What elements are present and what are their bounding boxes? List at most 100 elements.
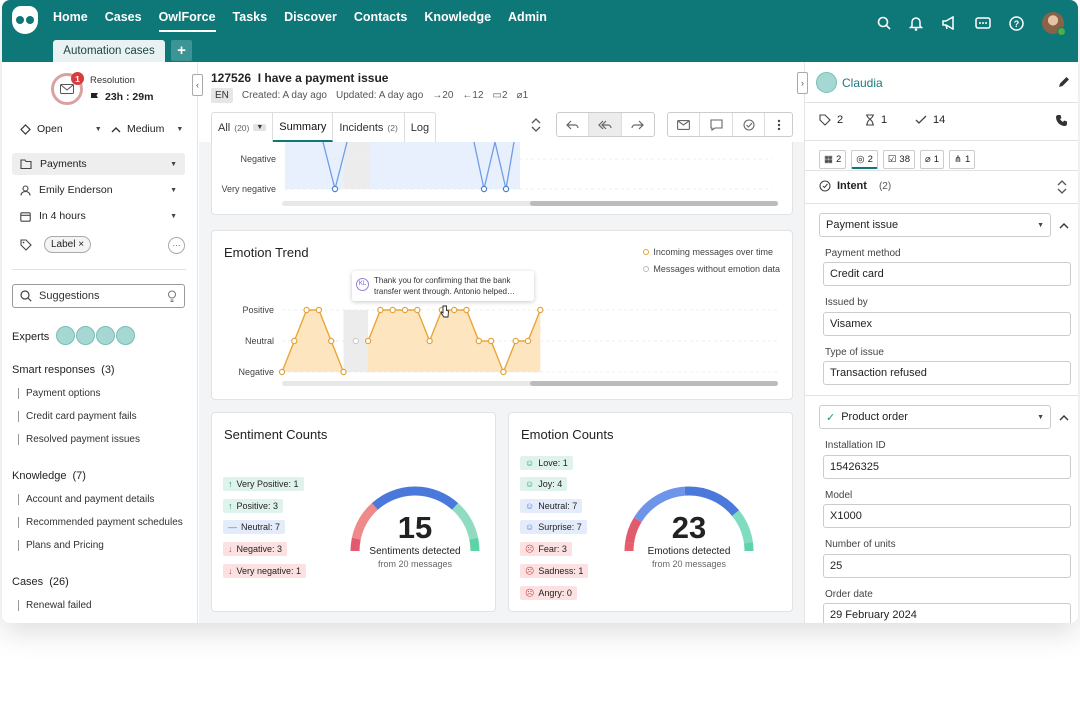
tab-intent[interactable]: ◎ 2 <box>851 150 878 169</box>
expert-avatar[interactable] <box>116 326 135 345</box>
list-item[interactable]: Resolved payment issues <box>18 434 140 445</box>
tab-overview[interactable]: ▦ 2 <box>819 150 847 169</box>
expand-collapse-icon[interactable] <box>1057 180 1067 194</box>
collapse-right-panel-button[interactable]: › <box>797 72 808 94</box>
priority-select[interactable]: Medium ▼ <box>111 123 183 135</box>
add-tab-button[interactable]: + <box>171 40 192 61</box>
product-order-dropdown[interactable]: ✓ Product order ▼ <box>819 405 1051 429</box>
nav-knowledge[interactable]: Knowledge <box>424 10 491 32</box>
remove-label-icon[interactable]: × <box>78 239 84 250</box>
emotion-point[interactable] <box>512 337 519 345</box>
comment-icon[interactable] <box>700 113 733 136</box>
forward-icon[interactable] <box>622 113 654 136</box>
emotion-point[interactable] <box>401 306 409 314</box>
list-item[interactable]: Recommended payment schedules <box>18 517 183 528</box>
chevron-up-icon[interactable] <box>1059 414 1069 421</box>
emotion-point[interactable] <box>389 306 396 314</box>
sentiment-point[interactable] <box>502 185 510 193</box>
emotion-point[interactable] <box>291 337 298 345</box>
emotion-point[interactable] <box>426 337 433 345</box>
phone-icon[interactable] <box>1056 114 1068 127</box>
emotion-point[interactable] <box>340 368 347 376</box>
reply-all-icon[interactable] <box>589 113 622 136</box>
sentiment-point[interactable] <box>331 185 339 193</box>
bell-icon[interactable] <box>909 16 923 31</box>
chevron-down-icon[interactable]: ▼ <box>253 124 267 131</box>
emotion-point[interactable] <box>475 337 482 345</box>
expert-avatar[interactable] <box>96 326 115 345</box>
payment-method-field[interactable]: Credit card <box>823 262 1071 286</box>
emotion-point[interactable] <box>303 306 310 314</box>
sentiment-point[interactable] <box>480 185 488 193</box>
nav-tasks[interactable]: Tasks <box>233 10 268 32</box>
installation-id-field[interactable]: 15426325 <box>823 455 1071 479</box>
list-item[interactable]: Account and payment details <box>18 494 154 505</box>
user-avatar[interactable] <box>1042 12 1066 36</box>
lightbulb-icon[interactable] <box>167 290 177 302</box>
emotion-point[interactable] <box>524 337 532 345</box>
knowledge-title[interactable]: Knowledge (7) <box>12 470 86 482</box>
model-field[interactable]: X1000 <box>823 504 1071 528</box>
order-date-field[interactable]: 29 February 2024 <box>823 603 1071 623</box>
chevron-up-icon[interactable] <box>1059 222 1069 229</box>
emotion-point[interactable] <box>377 306 384 314</box>
list-item[interactable]: Credit card payment fails <box>18 411 137 422</box>
nav-owlforce[interactable]: OwlForce <box>158 10 216 32</box>
tab-attachments[interactable]: ⌀ 1 <box>919 150 945 169</box>
resolve-icon[interactable] <box>733 113 766 136</box>
megaphone-icon[interactable] <box>941 16 957 30</box>
scrollbar[interactable] <box>282 381 778 386</box>
nav-home[interactable]: Home <box>53 10 88 32</box>
due-date-select[interactable]: In 4 hours ▼ <box>12 205 185 227</box>
list-item[interactable]: Renewal failed <box>18 600 92 611</box>
suggestions-search[interactable]: Suggestions <box>12 284 185 308</box>
issued-by-field[interactable]: Visamex <box>823 312 1071 336</box>
issue-type-field[interactable]: Transaction refused <box>823 361 1071 385</box>
contact-avatar[interactable] <box>816 72 837 93</box>
expert-avatar[interactable] <box>56 326 75 345</box>
expand-collapse-icon[interactable] <box>531 118 541 132</box>
more-vertical-icon[interactable] <box>765 113 792 136</box>
tab-hierarchy[interactable]: ⋔ 1 <box>949 150 976 169</box>
payment-issue-dropdown[interactable]: Payment issue ▼ <box>819 213 1051 237</box>
tab-all[interactable]: All (20) ▼ <box>212 113 274 142</box>
emotion-point[interactable] <box>450 306 458 314</box>
cases-title[interactable]: Cases (26) <box>12 576 69 588</box>
emotion-point[interactable] <box>500 368 507 376</box>
chat-icon[interactable] <box>975 16 991 30</box>
expert-avatar[interactable] <box>76 326 95 345</box>
emotion-point[interactable] <box>278 368 286 376</box>
emotion-point[interactable] <box>487 337 495 345</box>
new-email-icon[interactable] <box>668 113 701 136</box>
emotion-point[interactable] <box>537 306 544 314</box>
emotion-point[interactable] <box>327 337 335 345</box>
nav-cases[interactable]: Cases <box>105 10 142 32</box>
intent-header[interactable]: Intent (2) <box>819 180 891 192</box>
status-select[interactable]: Open ▼ <box>20 123 102 135</box>
emotion-point[interactable] <box>315 306 323 314</box>
nav-discover[interactable]: Discover <box>284 10 337 32</box>
assignee-select[interactable]: Emily Enderson ▼ <box>12 179 185 201</box>
list-item[interactable]: Payment options <box>18 388 101 399</box>
owl-logo-icon[interactable] <box>12 6 38 34</box>
list-item[interactable]: Plans and Pricing <box>18 540 104 551</box>
collapse-left-panel-button[interactable]: ‹ <box>192 74 203 96</box>
category-select[interactable]: Payments ▼ <box>12 153 185 175</box>
units-field[interactable]: 25 <box>823 554 1071 578</box>
search-icon[interactable] <box>877 16 891 30</box>
no-emotion-point[interactable] <box>352 337 359 345</box>
emotion-point[interactable] <box>463 306 470 314</box>
emotion-point[interactable] <box>414 306 421 314</box>
emotion-point[interactable] <box>364 337 372 345</box>
tab-tasks[interactable]: ☑ 38 <box>882 150 915 169</box>
label-chip[interactable]: Label × <box>44 236 92 253</box>
nav-admin[interactable]: Admin <box>508 10 547 32</box>
tab-summary[interactable]: Summary <box>273 113 334 142</box>
scrollbar[interactable] <box>282 201 778 206</box>
more-options-button[interactable]: ··· <box>168 237 185 254</box>
contact-name[interactable]: Claudia <box>842 76 883 90</box>
reply-icon[interactable] <box>557 113 590 136</box>
tab-automation-cases[interactable]: Automation cases <box>53 40 165 62</box>
tab-incidents[interactable]: Incidents (2) <box>333 113 405 142</box>
smart-responses-title[interactable]: Smart responses (3) <box>12 364 115 376</box>
